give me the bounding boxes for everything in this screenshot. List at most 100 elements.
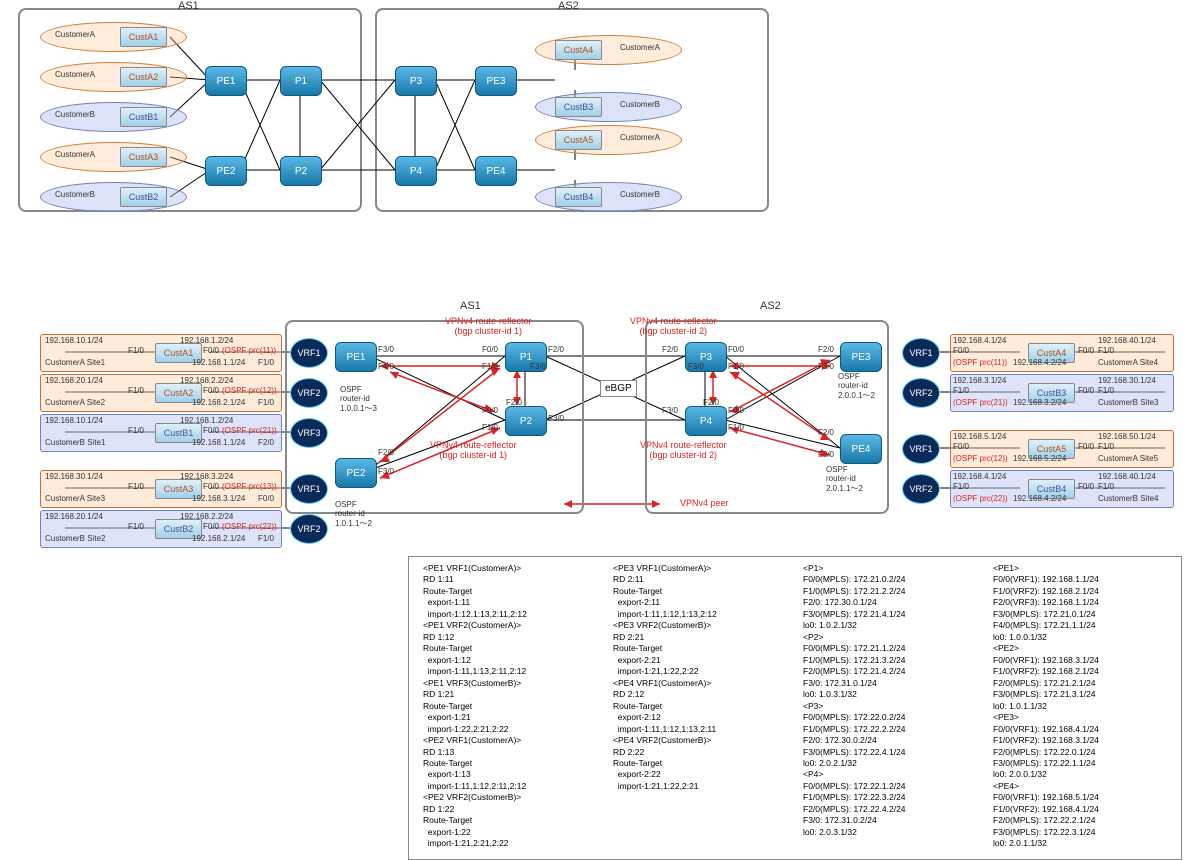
sb2-ospf: (OSPF prc(22)) (222, 522, 277, 531)
top-custb2: CustB2 (120, 187, 167, 207)
sa5-peip2: 192.168.5.2/24 (1013, 454, 1066, 463)
top-custa2: CustA2 (120, 67, 167, 87)
lbl-custA-5: CustomerA (620, 133, 660, 142)
cfg-col-4: <PE1> F0/0(VRF1): 192.168.1.1/24 F1/0(VR… (985, 563, 1175, 853)
sb1-peip2: 192.168.1.1/24 (192, 438, 245, 447)
top-p3: P3 (395, 66, 437, 96)
lbl-custA-4: CustomerA (620, 43, 660, 52)
sb2-peif2: F1/0 (258, 534, 274, 543)
mid-pe3: PE3 (840, 342, 882, 372)
sb2-peip: 192.168.2.2/24 (180, 512, 233, 521)
top-custb3: CustB3 (555, 97, 602, 117)
if-p1-f10: F1/0 (482, 362, 498, 371)
if-p4-f20: F2/0 (703, 398, 719, 407)
sb2-if: F1/0 (128, 522, 144, 531)
sb2-peif: F0/0 (203, 522, 219, 531)
vrf-pe2-2: VRF2 (290, 514, 328, 544)
sb4-ip: 192.168.40.1/24 (1098, 472, 1156, 481)
cfg-col-3: <P1> F0/0(MPLS): 172.21.0.2/24 F1/0(MPLS… (795, 563, 985, 853)
sa4-ip: 192.168.40.1/24 (1098, 336, 1156, 345)
vrf-pe3-1: VRF1 (902, 338, 940, 368)
sa2-peif: F0/0 (203, 386, 219, 395)
if-p3-f20: F2/0 (662, 345, 678, 354)
sa2-peip: 192.168.2.2/24 (180, 376, 233, 385)
sb1-peif2: F2/0 (258, 438, 274, 447)
top-as1-label: AS1 (178, 0, 199, 12)
sa5-if: F1/0 (1098, 442, 1114, 451)
sa5-ip: 192.168.50.1/24 (1098, 432, 1156, 441)
vrf-pe1-2: VRF2 (290, 378, 328, 408)
top-pe4: PE4 (475, 156, 517, 186)
rr1-label-top: VPNv4 route-reflector (bgp cluster-id 1) (445, 316, 532, 336)
sa1-peip2: 192.168.1.1/24 (192, 358, 245, 367)
sa5-ospf: (OSPF prc(12)) (953, 454, 1008, 463)
sb3-peip: 192.168.3.1/24 (953, 376, 1006, 385)
sa4-peip2: 192.168.4.2/24 (1013, 358, 1066, 367)
if-p1-f20: F2/0 (548, 345, 564, 354)
if-p2-f00: F0/0 (482, 406, 498, 415)
sa5-peif: F0/0 (953, 442, 969, 451)
lbl-custB-1: CustomerB (55, 110, 95, 119)
lbl-custB-3: CustomerB (620, 100, 660, 109)
lbl-custA-1: CustomerA (55, 30, 95, 39)
sb2-ip: 192.168.20.1/24 (45, 512, 103, 521)
top-p1: P1 (280, 66, 322, 96)
sa3-peif2: F0/0 (258, 494, 274, 503)
sa1-ip: 192.168.10.1/24 (45, 336, 103, 345)
sa4-ospf: (OSPF prc(11)) (953, 358, 1007, 367)
sb4-name: CustomerB Site4 (1098, 494, 1158, 503)
sa2-ip: 192.168.20.1/24 (45, 376, 103, 385)
rr1-label-bot: VPNv4 route-reflector (bgp cluster-id 1) (430, 440, 517, 460)
mid-pe4: PE4 (840, 434, 882, 464)
if-p3-f30: F3/0 (688, 362, 704, 371)
sa1-peip: 192.168.1.2/24 (180, 336, 233, 345)
if-pe4-f30: F3/0 (818, 450, 834, 459)
sb4-ospf: (OSPF prc(22)) (953, 494, 1008, 503)
mid-as2-label: AS2 (760, 300, 781, 312)
ospf3: OSPF router-id 2.0.0.1～2 (838, 372, 875, 401)
top-custa3: CustA3 (120, 147, 167, 167)
ebgp-label: eBGP (600, 380, 637, 397)
sa3-peip2: 192.168.3.1/24 (192, 494, 245, 503)
sa3-peip: 192.168.3.2/24 (180, 472, 233, 481)
sa2-name: CustomerA Site2 (45, 398, 105, 407)
sb3-if: F1/0 (1098, 386, 1114, 395)
sb2-name: CustomerB Site2 (45, 534, 105, 543)
sa3-ospf: (OSPF prc(13)) (222, 482, 277, 491)
mid-p2: P2 (505, 406, 547, 436)
if-p3-f10: F1/0 (728, 362, 744, 371)
lbl-custB-4: CustomerB (620, 190, 660, 199)
if-p4-f00: F0/0 (728, 406, 744, 415)
sa2-if: F1/0 (128, 386, 144, 395)
sa4-peif2: F0/0 (1078, 346, 1094, 355)
if-p3-f00: F0/0 (728, 345, 744, 354)
if-p2-f20: F2/0 (506, 398, 522, 407)
config-table: <PE1 VRF1(CustomerA)> RD 1:11 Route-Targ… (408, 556, 1182, 860)
vrf-pe3-2: VRF2 (902, 378, 940, 408)
if-p1-f30: F3/0 (530, 362, 546, 371)
top-p2: P2 (280, 156, 322, 186)
sa4-peif: F0/0 (953, 346, 969, 355)
top-custa5: CustA5 (555, 130, 602, 150)
sb4-peip2: 192.168.4.2/24 (1013, 494, 1066, 503)
if-p1-f00: F0/0 (482, 345, 498, 354)
sb3-name: CustomerB Site3 (1098, 398, 1158, 407)
vrf-pe1-1: VRF1 (290, 338, 328, 368)
if-p4-f30: F3/0 (662, 406, 678, 415)
mid-p4: P4 (685, 406, 727, 436)
sb4-peif2: F0/0 (1078, 482, 1094, 491)
sa2-peip2: 192.168.2.1/24 (192, 398, 245, 407)
sb1-peip: 192.168.1.2/24 (180, 416, 233, 425)
top-custa4: CustA4 (555, 40, 602, 60)
sb3-ip: 192.168.30.1/24 (1098, 376, 1156, 385)
sb4-peip: 192.168.4.1/24 (953, 472, 1006, 481)
top-custb1: CustB1 (120, 107, 167, 127)
sa2-peif2: F1/0 (258, 398, 274, 407)
if-p2-f10: F1/0 (482, 423, 498, 432)
mid-pe2: PE2 (335, 458, 377, 488)
if-pe3-f30: F3/0 (818, 362, 834, 371)
rr2-label-top: VPNv4 route-reflector (bgp cluster-id 2) (630, 316, 717, 336)
lbl-custA-3: CustomerA (55, 150, 95, 159)
sb1-ospf: (OSPF prc(21)) (222, 426, 277, 435)
sa3-ip: 192.168.30.1/24 (45, 472, 103, 481)
